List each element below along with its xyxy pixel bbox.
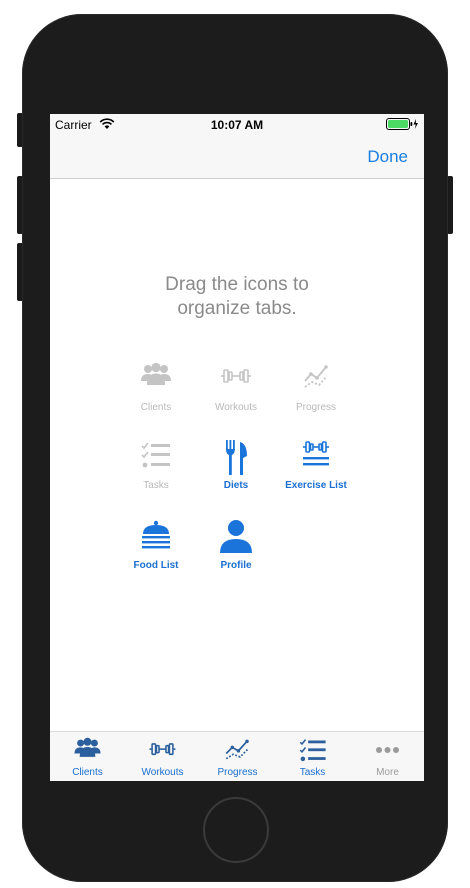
food-cloche-icon bbox=[136, 520, 176, 556]
home-button[interactable] bbox=[203, 797, 269, 863]
customize-item-label: Workouts bbox=[214, 402, 258, 413]
customize-item-label: Tasks bbox=[143, 480, 169, 491]
battery-charging-icon bbox=[386, 118, 420, 133]
tab-workouts[interactable]: Workouts bbox=[125, 732, 200, 781]
tab-label: Workouts bbox=[141, 767, 184, 778]
customize-item-label: Diets bbox=[223, 480, 249, 491]
tab-label: Clients bbox=[72, 767, 103, 778]
person-icon bbox=[216, 520, 256, 556]
customize-item-profile[interactable]: Profile bbox=[191, 520, 281, 580]
instructions-text: Drag the icons to organize tabs. bbox=[50, 273, 424, 321]
fork-knife-icon bbox=[216, 440, 256, 476]
instructions-line-2: organize tabs. bbox=[177, 298, 297, 319]
customize-item-progress[interactable]: Progress bbox=[271, 362, 361, 422]
status-bar: Carrier 10:07 AM bbox=[50, 114, 424, 134]
tab-clients[interactable]: Clients bbox=[50, 732, 125, 781]
line-chart-icon bbox=[220, 737, 255, 765]
tab-more[interactable]: More bbox=[350, 732, 424, 781]
customize-item-label: Progress bbox=[295, 402, 336, 413]
customize-item-tasks[interactable]: Tasks bbox=[111, 440, 201, 500]
done-button[interactable]: Done bbox=[367, 147, 408, 167]
customize-item-label: Food List bbox=[133, 560, 179, 571]
users-icon bbox=[136, 362, 176, 398]
customize-item-clients[interactable]: Clients bbox=[111, 362, 201, 422]
customize-item-food-list[interactable]: Food List bbox=[111, 520, 201, 580]
checklist-icon bbox=[136, 440, 176, 476]
customize-item-exercise-list[interactable]: Exercise List bbox=[271, 440, 361, 500]
customize-item-diets[interactable]: Diets bbox=[191, 440, 281, 500]
instructions-line-1: Drag the icons to bbox=[165, 274, 309, 295]
tab-bar: Clients Workouts Progress Tasks More bbox=[50, 731, 424, 781]
customize-item-label: Profile bbox=[220, 560, 252, 571]
tab-label: Progress bbox=[217, 767, 258, 778]
screen: Carrier 10:07 AM Done Drag the icons to … bbox=[50, 114, 424, 781]
more-dots-icon bbox=[370, 737, 405, 765]
status-time: 10:07 AM bbox=[210, 118, 264, 132]
dumbbell-icon bbox=[216, 362, 256, 398]
customize-item-label: Clients bbox=[140, 402, 172, 413]
dumbbell-icon bbox=[145, 737, 180, 765]
tab-label: More bbox=[376, 767, 399, 778]
customize-item-workouts[interactable]: Workouts bbox=[191, 362, 281, 422]
tab-label: Tasks bbox=[299, 767, 326, 778]
users-icon bbox=[70, 737, 105, 765]
dumbbell-list-icon bbox=[296, 440, 336, 476]
customize-item-label: Exercise List bbox=[285, 480, 347, 491]
checklist-icon bbox=[295, 737, 330, 765]
tab-progress[interactable]: Progress bbox=[200, 732, 275, 781]
navigation-bar: Done bbox=[50, 134, 424, 179]
tab-tasks[interactable]: Tasks bbox=[275, 732, 350, 781]
line-chart-icon bbox=[296, 362, 336, 398]
